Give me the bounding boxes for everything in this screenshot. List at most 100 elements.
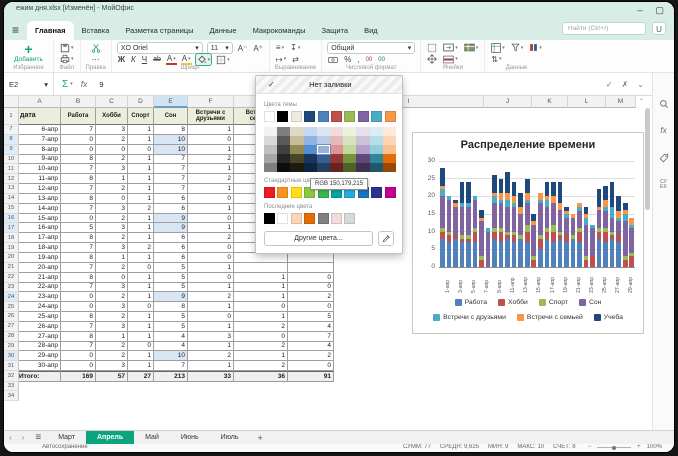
minimize-button[interactable]: –: [637, 3, 642, 17]
freeze-panes-button[interactable]: [426, 54, 438, 65]
date-cell[interactable]: 24-апр: [19, 302, 61, 312]
data-cell[interactable]: 0: [288, 361, 334, 371]
data-cell[interactable]: 5: [61, 223, 96, 233]
data-cell[interactable]: 2: [234, 322, 288, 332]
data-cell[interactable]: 5: [154, 312, 188, 322]
data-cell[interactable]: [288, 253, 334, 263]
date-cell[interactable]: 9-апр: [19, 155, 61, 165]
search-panel-icon[interactable]: [653, 99, 674, 109]
data-cell[interactable]: 10: [154, 135, 188, 145]
tint-swatch[interactable]: [343, 136, 356, 145]
data-cell[interactable]: 2: [96, 312, 128, 322]
standard-color-swatch[interactable]: [291, 187, 302, 198]
tint-swatch[interactable]: [370, 154, 383, 163]
tint-swatch[interactable]: [277, 154, 290, 163]
tint-swatch[interactable]: [383, 136, 396, 145]
data-cell[interactable]: 10: [154, 351, 188, 361]
data-cell[interactable]: 0: [128, 263, 154, 273]
autosum-chevron-icon[interactable]: ▾: [70, 81, 73, 87]
data-cell[interactable]: 3: [96, 361, 128, 371]
data-cell[interactable]: 5: [154, 263, 188, 273]
data-cell[interactable]: 1: [128, 361, 154, 371]
data-cell[interactable]: 7: [154, 155, 188, 165]
italic-button[interactable]: К: [130, 54, 137, 65]
row-header-12[interactable]: 12: [4, 174, 19, 184]
date-cell[interactable]: 11-апр: [19, 174, 61, 184]
data-cell[interactable]: 0: [96, 145, 128, 155]
data-cell[interactable]: 1: [188, 322, 234, 332]
column-header-K[interactable]: K: [532, 96, 568, 108]
tint-swatch[interactable]: [264, 127, 277, 136]
data-cell[interactable]: 2: [234, 342, 288, 352]
save-button[interactable]: ▾: [59, 42, 75, 53]
insert-function-button[interactable]: fx: [81, 79, 88, 89]
data-cell[interactable]: 0: [288, 283, 334, 293]
data-cell[interactable]: 2: [96, 135, 128, 145]
fill-color-button[interactable]: ▾: [196, 54, 212, 65]
data-cell[interactable]: 7: [288, 332, 334, 342]
prev-sheet-icon[interactable]: ‹: [4, 431, 17, 444]
row-header-21[interactable]: 21: [4, 263, 19, 273]
tint-swatch[interactable]: [330, 136, 343, 145]
eyedropper-button[interactable]: [378, 231, 394, 246]
date-cell[interactable]: 16-апр: [19, 223, 61, 233]
menu-tab-5[interactable]: Защита: [313, 21, 356, 40]
data-cell[interactable]: 0: [61, 302, 96, 312]
standard-color-swatch[interactable]: [264, 187, 275, 198]
tint-swatch[interactable]: [317, 136, 330, 145]
data-cell[interactable]: 1: [128, 273, 154, 283]
comma-format-button[interactable]: ,: [356, 54, 360, 65]
data-cell[interactable]: 2: [96, 342, 128, 352]
data-cell[interactable]: 1: [128, 174, 154, 184]
date-cell[interactable]: 28-апр: [19, 342, 61, 352]
row-header-17[interactable]: 17: [4, 223, 19, 233]
data-cell[interactable]: 6: [154, 253, 188, 263]
tint-swatch[interactable]: [343, 163, 356, 172]
tint-swatch[interactable]: [304, 127, 317, 136]
zoom-out-button[interactable]: −: [588, 444, 592, 451]
tint-swatch[interactable]: [277, 145, 290, 154]
data-cell[interactable]: 1: [128, 351, 154, 361]
menu-tab-0[interactable]: Главная: [27, 21, 74, 40]
borders-button[interactable]: ▾: [215, 54, 231, 65]
highlight-color-button[interactable]: А▾: [181, 54, 192, 65]
tint-swatch[interactable]: [370, 136, 383, 145]
menu-tab-3[interactable]: Данные: [201, 21, 244, 40]
data-cell[interactable]: 8: [61, 194, 96, 204]
data-cell[interactable]: 5: [288, 312, 334, 322]
data-cell[interactable]: 0: [61, 214, 96, 224]
merge-cells-button[interactable]: ▾: [442, 42, 459, 53]
underline-button[interactable]: Ч: [141, 54, 148, 65]
data-cell[interactable]: 0: [128, 342, 154, 352]
data-cell[interactable]: 2: [96, 155, 128, 165]
confirm-entry-icon[interactable]: ✓: [606, 80, 613, 89]
sheet-tab-1[interactable]: Апрель: [86, 431, 134, 444]
search-input[interactable]: Найти (Ctrl+/): [562, 22, 646, 35]
date-cell[interactable]: 8-апр: [19, 145, 61, 155]
row-header-29[interactable]: 29: [4, 342, 19, 352]
data-cell[interactable]: 8: [61, 312, 96, 322]
data-cell[interactable]: 7: [61, 184, 96, 194]
data-cell[interactable]: 7: [154, 184, 188, 194]
data-cell[interactable]: 1: [188, 184, 234, 194]
tint-swatch[interactable]: [343, 145, 356, 154]
data-cell[interactable]: 1: [188, 164, 234, 174]
data-cell[interactable]: 2: [288, 292, 334, 302]
row-header-25[interactable]: 25: [4, 302, 19, 312]
corner-select-all[interactable]: [4, 96, 19, 108]
vertical-scrollbar[interactable]: [645, 108, 650, 210]
data-cell[interactable]: 0: [188, 312, 234, 322]
data-cell[interactable]: 1: [128, 223, 154, 233]
data-cell[interactable]: 1: [188, 283, 234, 293]
data-cell[interactable]: 3: [96, 243, 128, 253]
tint-swatch[interactable]: [330, 127, 343, 136]
standard-color-swatch[interactable]: [371, 187, 382, 198]
decrease-font-button[interactable]: А⁻: [237, 43, 249, 54]
data-cell[interactable]: 1: [128, 135, 154, 145]
date-cell[interactable]: 12-апр: [19, 184, 61, 194]
tint-swatch[interactable]: [370, 127, 383, 136]
data-cell[interactable]: 1: [128, 283, 154, 293]
data-cell[interactable]: 2: [96, 351, 128, 361]
row-header-18[interactable]: 18: [4, 233, 19, 243]
tint-swatch[interactable]: [370, 163, 383, 172]
